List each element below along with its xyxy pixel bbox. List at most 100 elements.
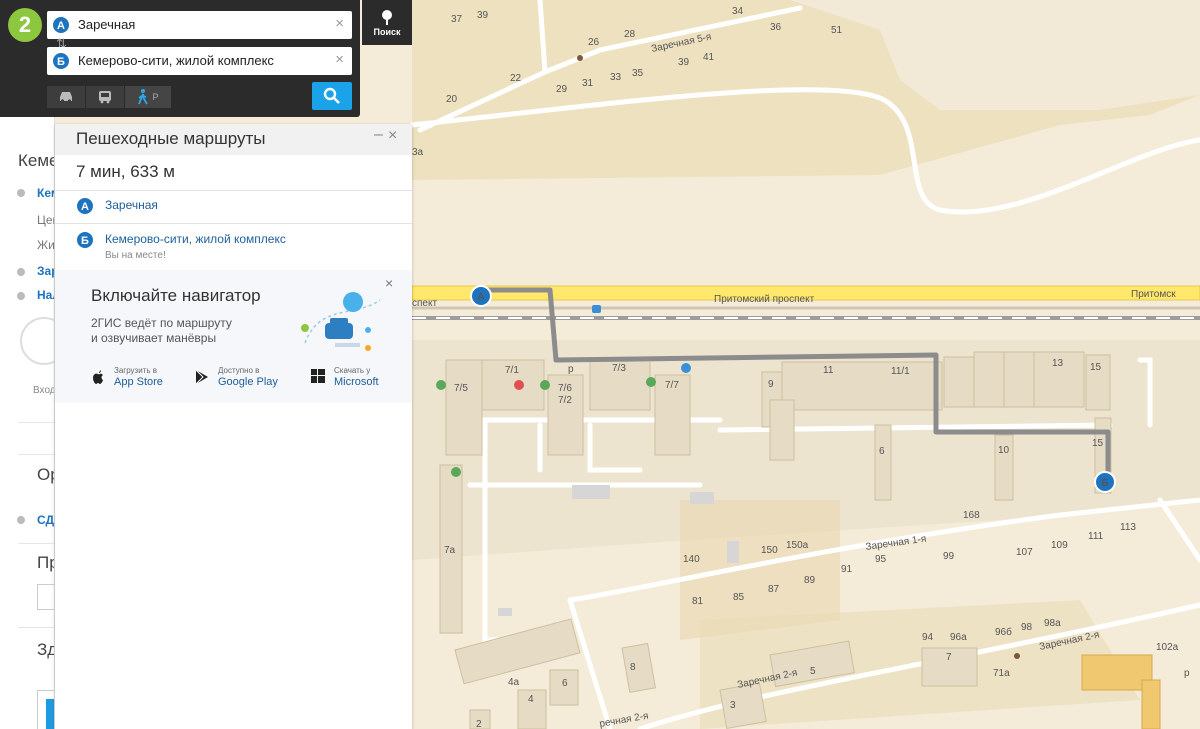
divider xyxy=(55,190,412,191)
house-number: 7 xyxy=(946,652,952,663)
close-icon[interactable]: × xyxy=(388,127,397,145)
route-marker-b[interactable]: Б xyxy=(1094,471,1116,493)
bg-item[interactable]: Нал xyxy=(37,288,54,302)
house-number: 39 xyxy=(678,57,690,68)
house-number: 6 xyxy=(562,678,568,689)
house-number: р xyxy=(568,364,574,375)
bus-icon xyxy=(99,91,111,104)
house-number: 87 xyxy=(768,584,780,595)
house-number: 3а xyxy=(412,147,424,158)
bg-item[interactable]: Зар xyxy=(37,264,54,278)
store-small: Скачать у xyxy=(334,366,371,375)
house-number: 10 xyxy=(998,445,1010,456)
house-number: 11/1 xyxy=(891,366,910,377)
point-b-note: Вы на месте! xyxy=(105,250,166,261)
pin-icon xyxy=(577,55,583,61)
pin-icon xyxy=(382,10,392,25)
point-b-label[interactable]: Кемерово-сити, жилой комплекс xyxy=(105,232,286,246)
house-number: 15 xyxy=(1092,438,1104,449)
route-marker-a[interactable]: А xyxy=(470,285,492,307)
point-a-label[interactable]: Заречная xyxy=(105,198,158,212)
house-number: 39 xyxy=(477,10,489,21)
mode-bus[interactable] xyxy=(86,86,124,108)
search-button[interactable]: Поиск xyxy=(362,0,412,45)
house-number: 37 xyxy=(451,14,463,25)
divider xyxy=(18,627,54,628)
clear-from-icon[interactable]: × xyxy=(335,15,344,32)
house-number: 35 xyxy=(632,68,644,79)
svg-text:Б: Б xyxy=(1101,478,1108,489)
house-number: 28 xyxy=(624,29,636,40)
pedestrian-icon xyxy=(138,89,149,105)
house-number: 109 xyxy=(1051,540,1068,551)
house-number: 150а xyxy=(786,540,809,551)
entrance-icon xyxy=(20,317,54,365)
house-number: 7/1 xyxy=(505,365,519,376)
divider xyxy=(18,543,54,544)
to-field[interactable]: Б Кемерово-сити, жилой комплекс × xyxy=(47,47,352,75)
navigator-illustration-icon xyxy=(301,292,381,351)
house-number: 26 xyxy=(588,37,600,48)
house-number: 2 xyxy=(476,719,482,729)
house-number: 113 xyxy=(1120,522,1136,533)
route-search-panel: 2 А Заречная × ⇅ Б Кемерово-сити, жилой … xyxy=(0,0,360,117)
house-number: 71а xyxy=(993,668,1010,679)
background-sidebar: Кеме Кем Цен Жил Зар Нал Вход Ор СД Пр З… xyxy=(0,117,55,729)
windows-icon xyxy=(311,369,325,383)
pharmacy-icon xyxy=(646,377,656,387)
house-number: 98 xyxy=(1021,622,1033,633)
bg-entry: Вход xyxy=(33,385,55,396)
house-number: 41 xyxy=(703,52,715,63)
house-number: 4а xyxy=(508,677,520,688)
pharmacy-icon xyxy=(451,467,461,477)
minimize-icon[interactable]: – xyxy=(374,126,383,144)
point-b-badge: Б xyxy=(76,231,94,249)
promo-text: 2ГИС ведёт по маршруту и озвучивает манё… xyxy=(91,316,232,346)
route-point-a[interactable]: А Заречная xyxy=(76,197,158,215)
pin-icon xyxy=(17,189,25,197)
divider xyxy=(55,223,412,224)
house-number: р xyxy=(1184,668,1190,679)
house-number: 4 xyxy=(528,694,534,705)
store-name: Microsoft xyxy=(334,376,379,388)
from-field[interactable]: А Заречная × xyxy=(47,11,352,39)
from-value[interactable]: Заречная xyxy=(78,17,135,32)
route-point-b[interactable]: Б Кемерово-сити, жилой комплекс Вы на ме… xyxy=(76,231,286,261)
apple-icon xyxy=(93,370,103,384)
bg-item: Цен xyxy=(37,213,54,227)
house-number: 15 xyxy=(1090,362,1102,373)
store-name: Google Play xyxy=(218,376,278,388)
to-badge: Б xyxy=(52,52,70,70)
house-number: 89 xyxy=(804,575,816,586)
point-a-badge: А xyxy=(76,197,94,215)
panel-title: Пешеходные маршруты xyxy=(76,129,266,148)
bg-item[interactable]: СД xyxy=(37,513,54,527)
clear-to-icon[interactable]: × xyxy=(335,51,344,68)
house-number: 96б xyxy=(995,626,1012,638)
bg-input[interactable] xyxy=(37,584,54,610)
divider xyxy=(18,454,54,455)
divider xyxy=(18,422,54,423)
to-value[interactable]: Кемерово-сити, жилой комплекс xyxy=(78,53,274,68)
promo-text-line: и озвучивает манёвры xyxy=(91,331,217,345)
street-label: Притомский проспект xyxy=(714,294,815,305)
house-number: 34 xyxy=(732,6,744,17)
bg-item[interactable]: Кем xyxy=(37,186,54,200)
house-number: 7/3 xyxy=(612,363,626,374)
panel-header: Пешеходные маршруты – × xyxy=(55,124,412,155)
2gis-logo[interactable]: 2 xyxy=(8,8,42,42)
transport-modes: Р xyxy=(47,86,172,108)
bus-icon xyxy=(17,268,25,276)
mode-car[interactable] xyxy=(47,86,85,108)
house-number: 91 xyxy=(841,564,853,575)
house-number: 81 xyxy=(692,596,704,607)
house-number: 7/6 xyxy=(558,383,572,394)
house-number: 29 xyxy=(556,84,568,95)
pharmacy-icon xyxy=(436,380,446,390)
house-number: 33 xyxy=(610,72,622,83)
house-number: 7/2 xyxy=(558,395,572,406)
search-route-button[interactable] xyxy=(312,82,352,110)
mode-walk[interactable]: Р xyxy=(125,86,171,108)
promo-title: Включайте навигатор xyxy=(91,286,261,305)
house-number: 98а xyxy=(1044,618,1061,629)
